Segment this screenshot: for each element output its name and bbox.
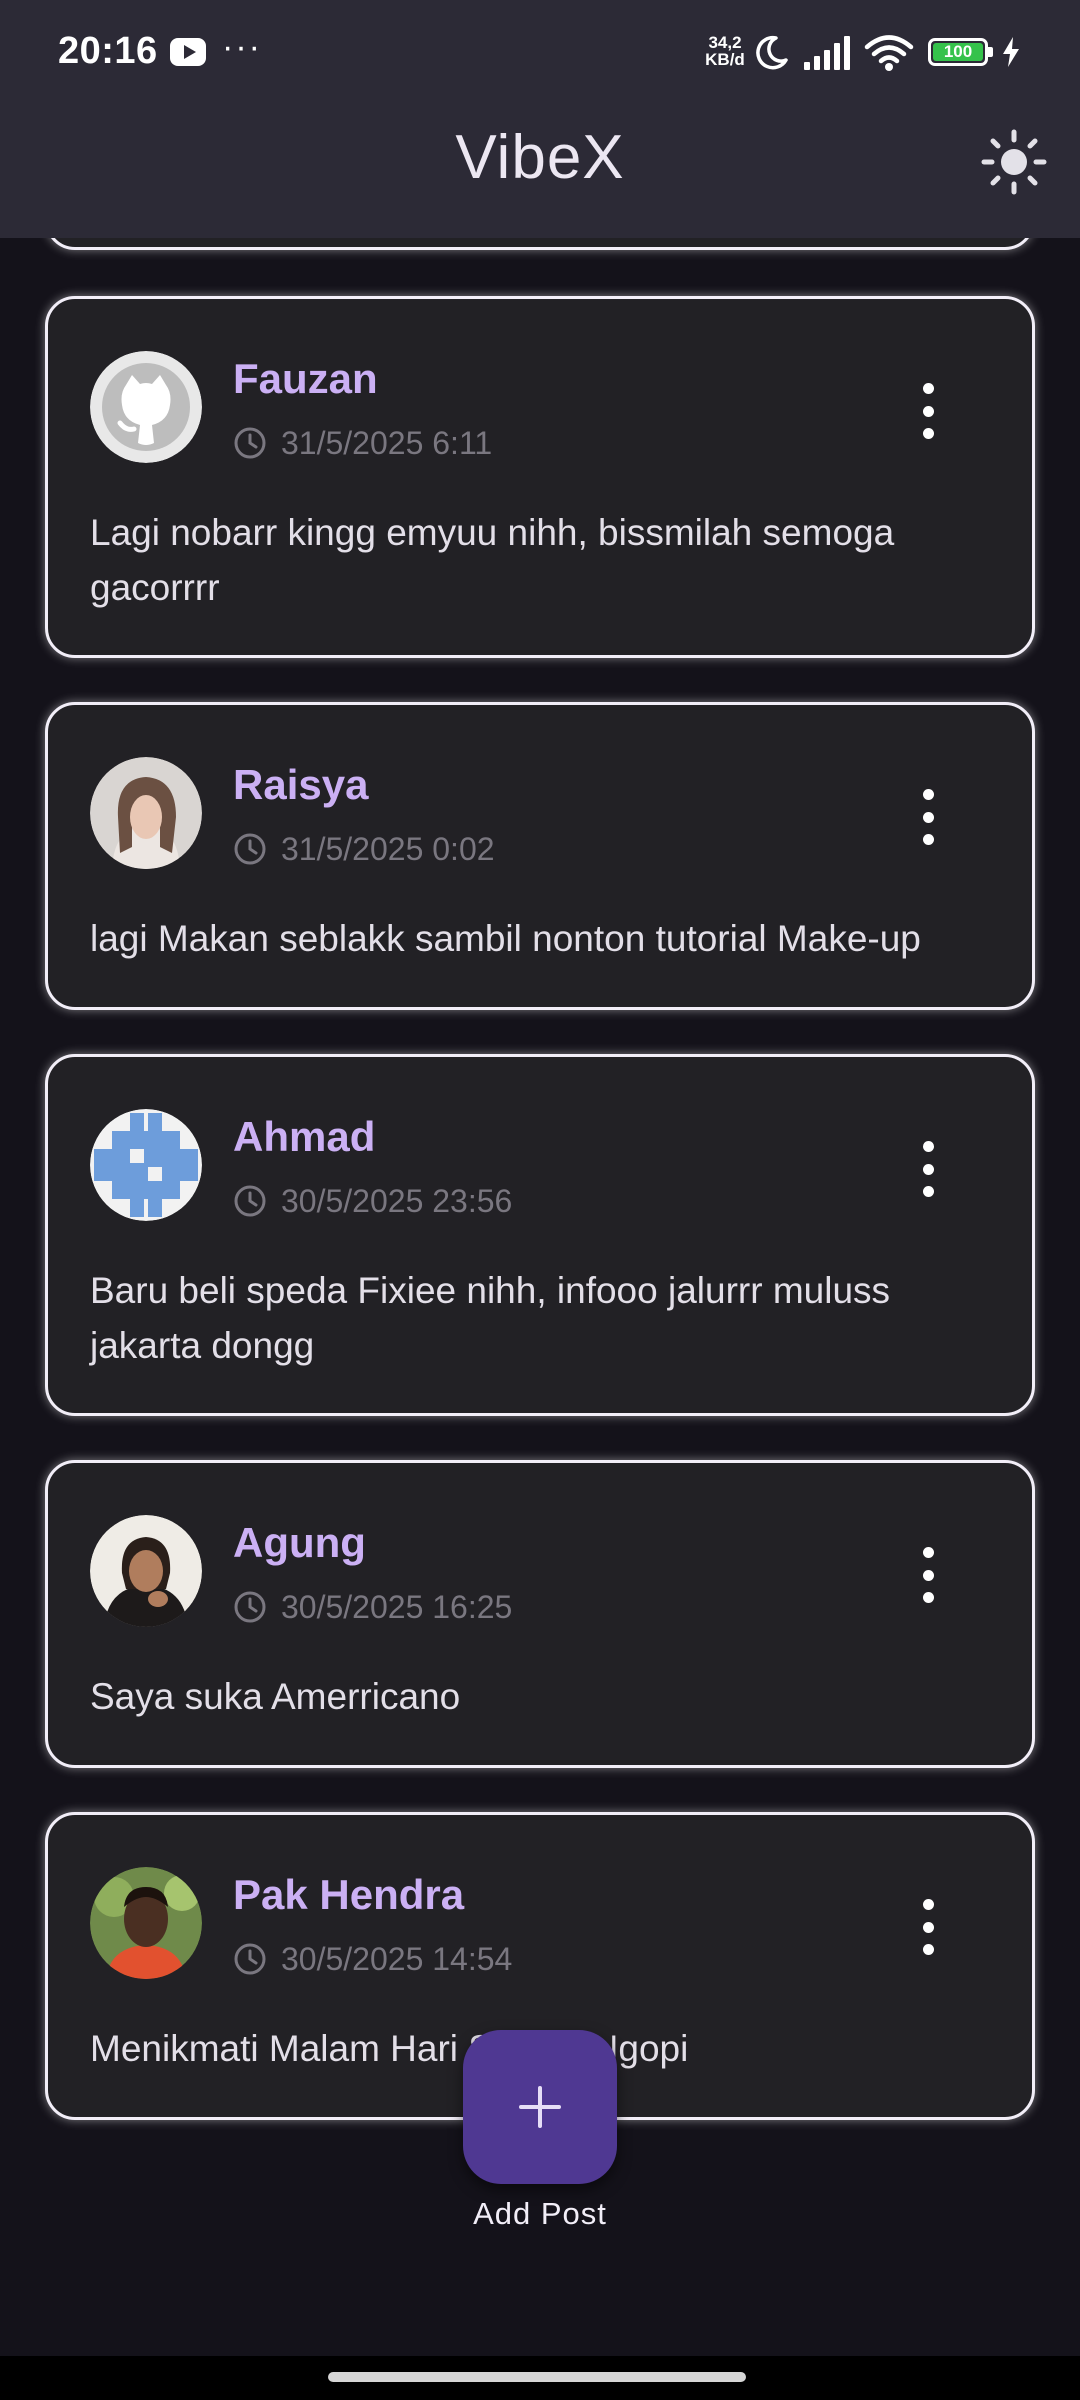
add-post-button[interactable] [463,2030,617,2184]
wifi-icon [864,35,914,71]
post-timestamp: 30/5/2025 16:25 [281,1588,513,1625]
network-speed: 34,2 KB/d [702,34,748,68]
moon-icon [756,35,788,70]
gesture-nav-bar [0,2356,1080,2400]
post-author: Fauzan [233,355,378,402]
more-notifications-icon: ··· [222,28,262,66]
avatar[interactable] [90,757,202,869]
post-time-row: 30/5/2025 14:54 [233,1939,512,1979]
post-timestamp: 30/5/2025 14:54 [281,1940,513,1977]
sun-icon[interactable] [980,128,1048,196]
post-card[interactable]: Agung 30/5/2025 16:25 Saya suka Amerrica… [45,1460,1035,1768]
more-vert-icon[interactable] [916,1899,940,1955]
avatar[interactable] [90,1515,202,1627]
post-author: Pak Hendra [233,1871,465,1918]
photo-avatar-icon [90,1515,202,1627]
post-author: Raisya [233,761,369,808]
post-text: Baru beli speda Fixiee nihh, infooo jalu… [90,1270,891,1366]
more-vert-icon[interactable] [916,1141,940,1197]
network-speed-unit: KB/d [705,50,745,69]
clock-icon [234,1943,266,1975]
post-timestamp: 31/5/2025 0:02 [281,830,495,867]
more-vert-icon[interactable] [916,1547,940,1603]
add-post-label: Add Post [473,2196,607,2231]
clock-icon [234,1591,266,1623]
avatar[interactable] [90,1109,202,1221]
post-timestamp: 30/5/2025 23:56 [281,1182,513,1219]
post-author: Ahmad [233,1113,376,1160]
post-time-row: 30/5/2025 16:25 [233,1587,512,1627]
status-bar: 20:16 ··· 34,2 KB/d 100 [0,0,1080,104]
clock-icon [234,427,266,459]
github-avatar-icon [90,351,202,463]
post-time-row: 31/5/2025 6:11 [233,423,492,463]
post-text: Lagi nobarr kingg emyuu nihh, bissmilah … [90,512,895,608]
post-timestamp: 31/5/2025 6:11 [281,424,493,461]
post-card[interactable]: Ahmad 30/5/2025 23:56 Baru beli speda Fi… [45,1054,1035,1416]
network-speed-value: 34,2 [708,33,742,52]
post-time-row: 31/5/2025 0:02 [233,829,495,869]
identicon-avatar-icon [90,1109,202,1221]
post-time-row: 30/5/2025 23:56 [233,1181,512,1221]
avatar[interactable] [90,1867,202,1979]
signal-icon [804,36,850,70]
post-feed[interactable]: Fauzan 31/5/2025 6:11 Lagi nobarr kingg … [0,0,1080,2356]
post-author: Agung [233,1519,366,1566]
app-bar: VibeX [0,104,1080,238]
top-bar: 20:16 ··· 34,2 KB/d 100 VibeX [0,0,1080,238]
post-card[interactable]: Raisya 31/5/2025 0:02 lagi Makan seblakk… [45,702,1035,1010]
status-time: 20:16 [58,30,158,72]
battery-icon: 100 [928,38,993,66]
post-text: lagi Makan seblakk sambil nonton tutoria… [90,918,921,959]
avatar[interactable] [90,351,202,463]
post-card[interactable]: Fauzan 31/5/2025 6:11 Lagi nobarr kingg … [45,296,1035,658]
youtube-icon [170,38,206,66]
app-title: VibeX [455,123,625,192]
more-vert-icon[interactable] [916,789,940,845]
clock-icon [234,833,266,865]
plus-icon [519,2086,561,2128]
photo-avatar-icon [90,1867,202,1979]
photo-avatar-icon [90,757,202,869]
more-vert-icon[interactable] [916,383,940,439]
post-text: Saya suka Amerricano [90,1676,461,1717]
battery-level: 100 [933,43,983,61]
clock-icon [234,1185,266,1217]
charging-icon [1003,37,1019,67]
home-handle[interactable] [328,2372,746,2382]
